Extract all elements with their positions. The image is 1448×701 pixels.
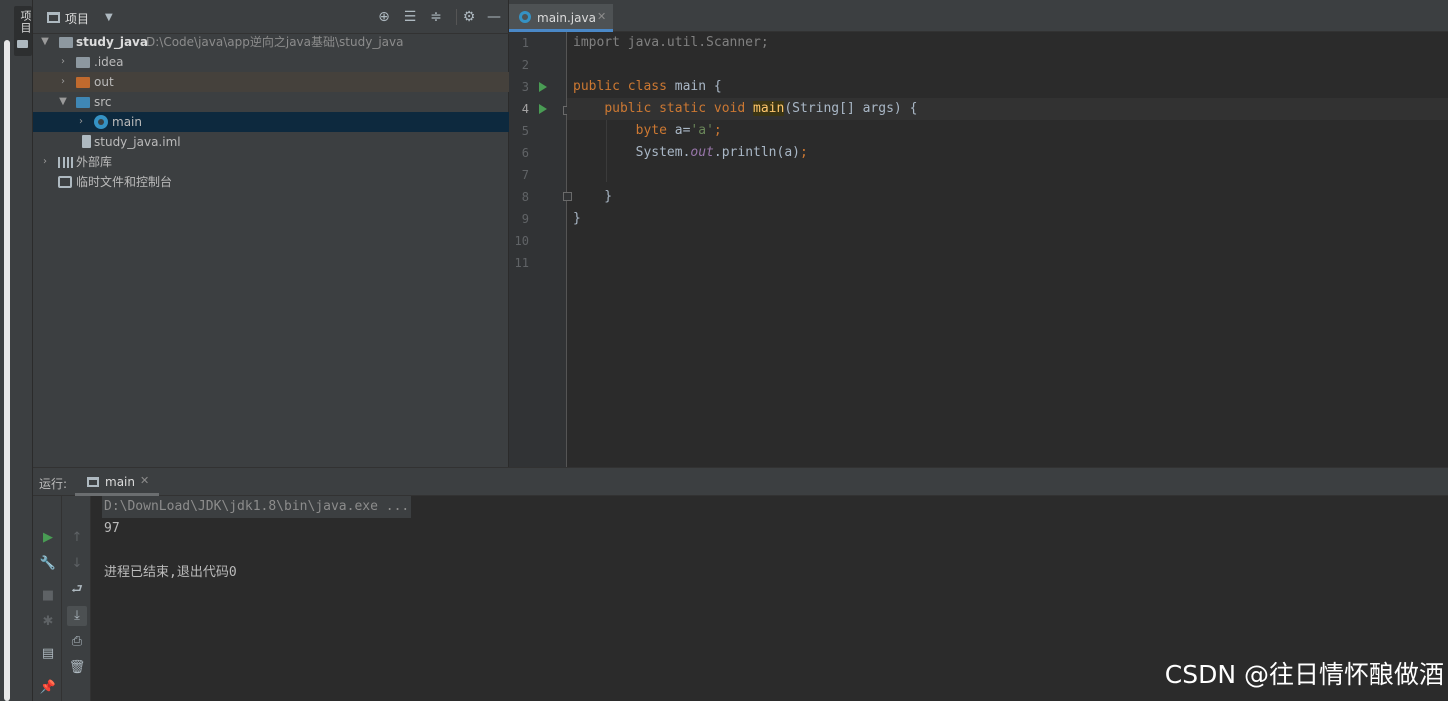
chevron-right-icon[interactable]: › (57, 52, 69, 72)
tree-item-label: src (94, 95, 112, 109)
tree-item-out[interactable]: › out (33, 72, 509, 92)
code-line-8[interactable]: } (573, 186, 612, 208)
tree-item-label: 外部库 (76, 155, 113, 169)
run-tab-main[interactable]: main ✕ (75, 468, 159, 496)
chevron-right-icon[interactable]: › (39, 152, 51, 172)
project-panel-header: 项目 ▼ ⊕ ☰ ≑ ⚙ — (33, 0, 509, 34)
editor-gutter: 1 2 3 4 5 6 7 8 9 10 11 (509, 32, 572, 467)
tree-item-label: out (94, 75, 114, 89)
source-folder-icon (76, 97, 90, 108)
tab-main-java[interactable]: main.java ✕ (509, 4, 613, 32)
chevron-down-icon[interactable]: ▼ (105, 12, 113, 23)
tree-item-label: .idea (94, 55, 124, 69)
console-output-line: 97 (104, 521, 120, 536)
project-panel-title[interactable]: 项目 (65, 10, 89, 27)
editor-tab-bar: main.java ✕ (509, 0, 1448, 32)
left-edge-bar (4, 40, 10, 701)
chevron-down-icon[interactable]: ▼ (39, 32, 51, 52)
pin-icon[interactable]: 📌 (38, 678, 58, 698)
project-folder-icon (59, 37, 73, 48)
line-number: 9 (521, 212, 529, 226)
java-class-icon (94, 115, 108, 129)
code-line-9[interactable]: } (573, 208, 581, 230)
line-number: 5 (521, 124, 529, 138)
window-icon (47, 12, 60, 23)
run-toolbar-secondary: ↑ ↓ ⮐ ⤓ ⎙ 🗑 (62, 496, 91, 701)
arrow-down-icon[interactable]: ↓ (67, 554, 87, 574)
wrench-icon[interactable]: 🔧 (38, 554, 58, 574)
line-number: 3 (521, 80, 529, 94)
tree-item-label: main (112, 115, 142, 129)
tree-item-label: study_java.iml (94, 135, 181, 149)
trash-icon[interactable]: 🗑 (67, 658, 87, 678)
tree-item-label: 临时文件和控制台 (76, 175, 173, 189)
tree-item-src[interactable]: ▼ src (33, 92, 509, 112)
library-icon (58, 157, 73, 168)
run-method-icon[interactable] (539, 104, 547, 114)
close-icon[interactable]: ✕ (597, 10, 606, 23)
gear-icon[interactable]: ⚙ (460, 8, 478, 26)
chevron-down-icon[interactable]: ▼ (57, 92, 69, 112)
watermark: CSDN @往日情怀酿做酒 (1164, 660, 1444, 689)
tree-item-idea[interactable]: › .idea (33, 52, 509, 72)
line-number: 7 (521, 168, 529, 182)
console-exit-message: 进程已结束,退出代码0 (104, 565, 237, 580)
line-number: 4 (521, 102, 529, 116)
code-line-4[interactable]: public static void main(String[] args) { (573, 98, 917, 120)
run-header: 运行: main ✕ (33, 468, 1448, 496)
minimize-icon[interactable]: — (485, 8, 503, 26)
tree-item-main[interactable]: › main (33, 112, 509, 132)
console-command-line[interactable]: D:\DownLoad\JDK\jdk1.8\bin\java.exe ... (102, 496, 412, 518)
soft-wrap-icon[interactable]: ⮐ (67, 580, 87, 600)
code-line-1[interactable]: import java.util.Scanner; (573, 32, 769, 54)
chevron-right-icon[interactable]: › (75, 112, 87, 132)
tree-item-iml[interactable]: study_java.iml (33, 132, 509, 152)
line-number: 6 (521, 146, 529, 160)
code-line-5[interactable]: byte a='a'; (573, 120, 722, 142)
tree-item-external-libraries[interactable]: › 外部库 (33, 152, 509, 172)
project-name: study_java (76, 35, 148, 49)
excluded-folder-icon (76, 77, 90, 88)
project-tool-tab-label[interactable]: 项目 (17, 10, 33, 34)
run-tab-label[interactable]: main (105, 475, 135, 489)
run-class-icon[interactable] (539, 82, 547, 92)
arrow-up-icon[interactable]: ↑ (67, 528, 87, 548)
project-panel: 项目 ▼ ⊕ ☰ ≑ ⚙ — ▼ study_java D:\Code\java… (33, 0, 509, 467)
tab-label[interactable]: main.java (537, 11, 596, 25)
folder-icon (17, 40, 28, 48)
console-icon (87, 477, 99, 487)
line-number: 10 (514, 234, 529, 248)
tree-item-scratches[interactable]: 临时文件和控制台 (33, 172, 509, 192)
code-line-6[interactable]: System.out.println(a); (573, 142, 808, 164)
line-number: 1 (521, 36, 529, 50)
print-icon[interactable]: ⎙ (67, 632, 87, 652)
collapse-all-icon[interactable]: ≑ (427, 8, 445, 26)
scroll-to-end-icon[interactable]: ⤓ (67, 606, 87, 626)
stop-icon[interactable]: ■ (38, 586, 58, 606)
line-number: 2 (521, 58, 529, 72)
line-number: 8 (521, 190, 529, 204)
scratch-icon (58, 176, 72, 188)
debug-icon[interactable]: ✱ (38, 612, 58, 632)
line-number: 11 (514, 256, 529, 270)
layout-icon[interactable]: ▤ (38, 644, 58, 664)
close-icon[interactable]: ✕ (140, 474, 149, 487)
rerun-icon[interactable]: ▶ (38, 528, 58, 548)
locate-icon[interactable]: ⊕ (375, 8, 393, 26)
fold-icon[interactable] (563, 192, 572, 201)
project-path: D:\Code\java\app逆向之java基础\study_java (146, 35, 404, 49)
code-line-3[interactable]: public class main { (573, 76, 722, 98)
run-toolbar-primary: ▶ 🔧 ■ ✱ ▤ 📌 (33, 496, 62, 701)
code-editor: main.java ✕ 1 2 3 4 5 6 7 8 9 10 11 impo… (509, 0, 1448, 467)
run-title: 运行: (39, 477, 68, 491)
expand-all-icon[interactable]: ☰ (401, 8, 419, 26)
java-class-icon (519, 11, 531, 23)
chevron-right-icon[interactable]: › (57, 72, 69, 92)
folder-icon (76, 57, 90, 68)
module-file-icon (82, 135, 91, 148)
divider (456, 9, 457, 25)
left-tool-strip: 项目 (0, 0, 33, 701)
tree-item-project-root[interactable]: ▼ study_java D:\Code\java\app逆向之java基础\s… (33, 32, 509, 52)
